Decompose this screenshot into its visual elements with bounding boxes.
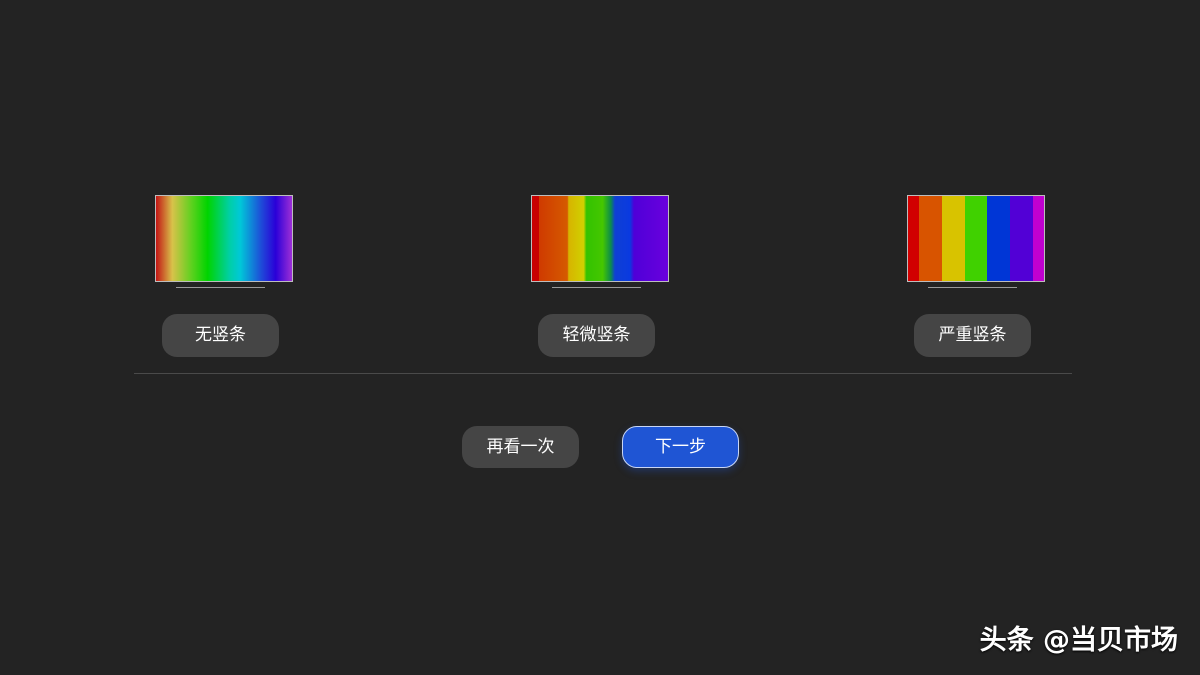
tv-stand bbox=[928, 287, 1017, 288]
tv-stand bbox=[552, 287, 641, 288]
next-step-button[interactable]: 下一步 bbox=[622, 426, 739, 468]
divider bbox=[134, 373, 1072, 374]
replay-button[interactable]: 再看一次 bbox=[462, 426, 579, 468]
slight-stripes-button[interactable]: 轻微竖条 bbox=[538, 314, 655, 357]
severe-stripes-button[interactable]: 严重竖条 bbox=[914, 314, 1031, 357]
tv-preview-severe-stripes bbox=[907, 195, 1045, 282]
watermark: 头条 @当贝市场 bbox=[979, 625, 1178, 656]
no-stripes-button[interactable]: 无竖条 bbox=[162, 314, 279, 357]
tv-stand bbox=[176, 287, 265, 288]
tv-preview-slight-stripes bbox=[531, 195, 669, 282]
tv-preview-no-stripes bbox=[155, 195, 293, 282]
